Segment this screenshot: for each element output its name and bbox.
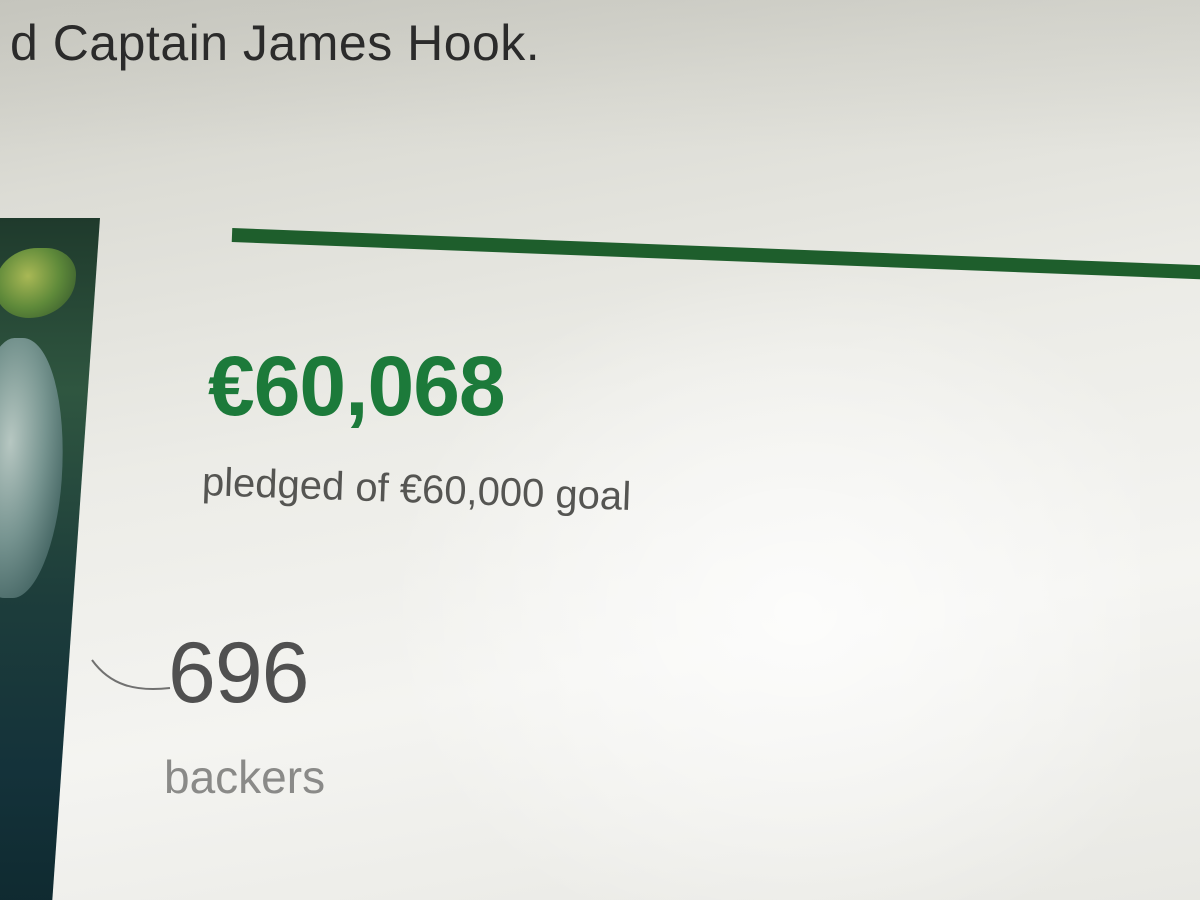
thumbnail-feather (0, 338, 72, 598)
pledged-goal-label: pledged of €60,000 goal (201, 460, 632, 519)
backers-label: backers (164, 751, 326, 803)
project-blurb: d Captain James Hook. (10, 15, 541, 71)
backers-count: 696 (168, 625, 309, 721)
pledged-amount: €60,068 (208, 339, 506, 433)
screen: d Captain James Hook. €60,068 pledged of… (0, 0, 1200, 900)
funding-progress-bar (231, 228, 1200, 281)
project-image[interactable] (0, 218, 100, 900)
smudge-mark (91, 659, 171, 691)
thumbnail-foliage (0, 248, 78, 318)
funding-progress-fill (231, 228, 1200, 281)
